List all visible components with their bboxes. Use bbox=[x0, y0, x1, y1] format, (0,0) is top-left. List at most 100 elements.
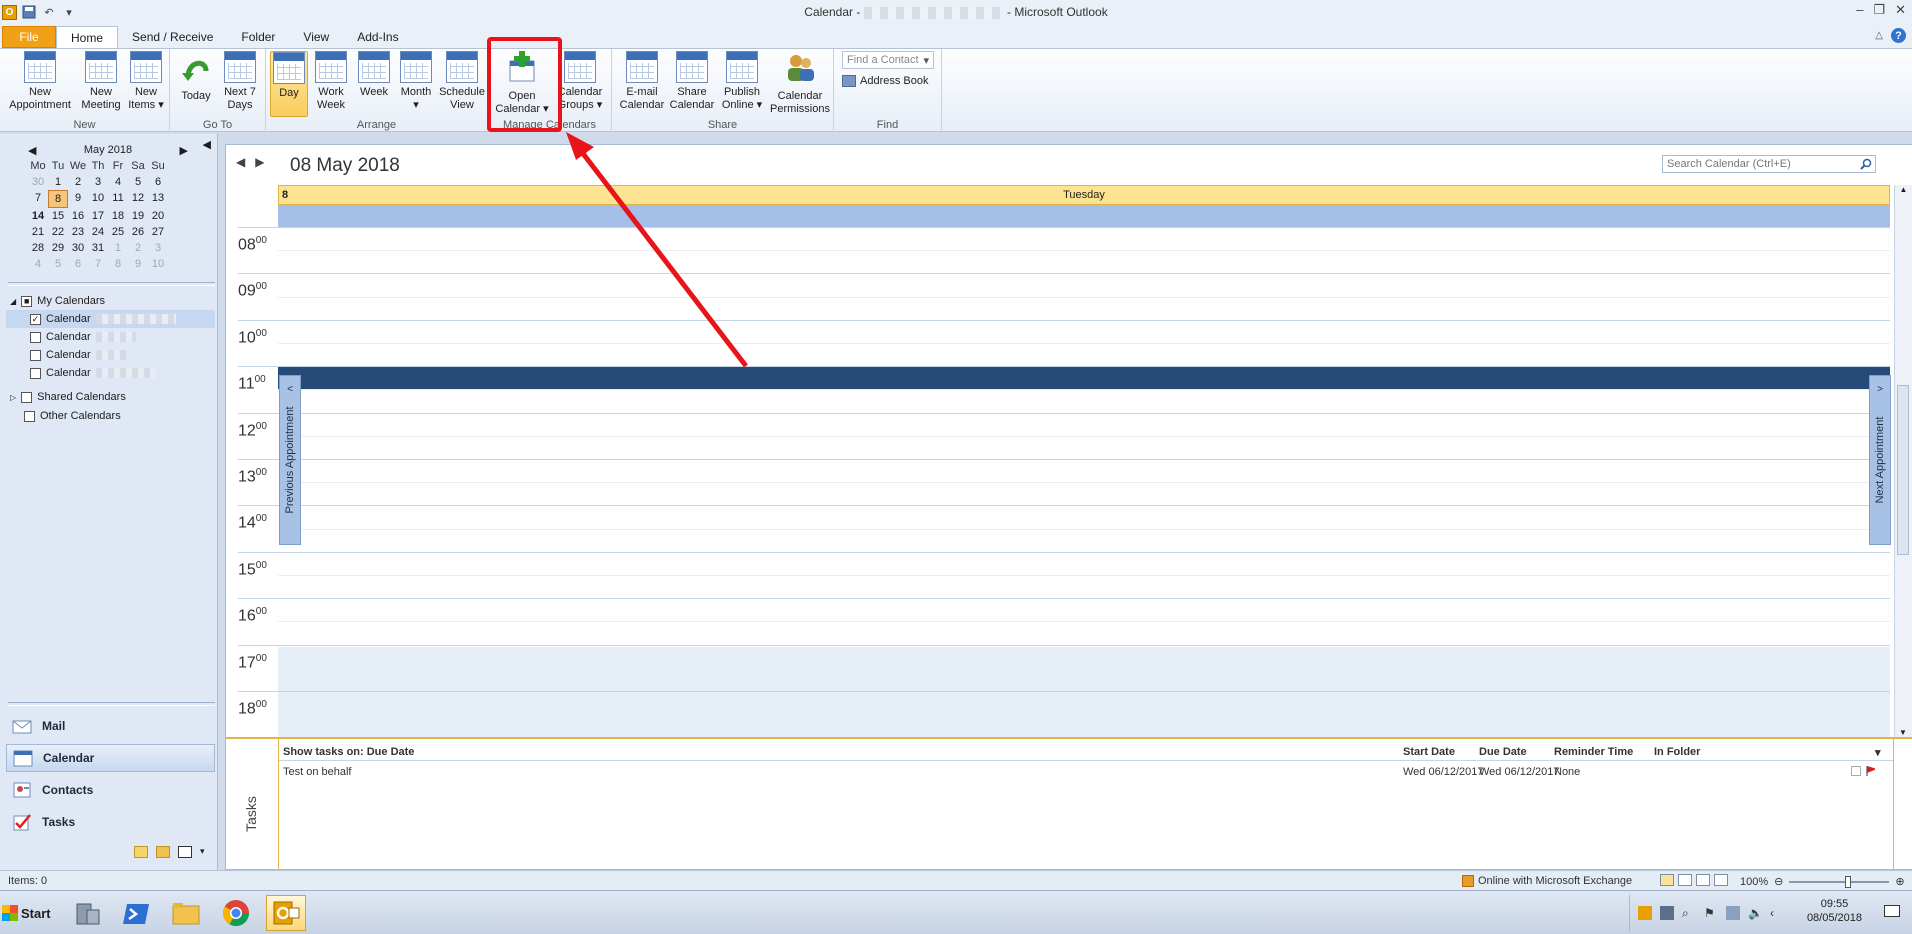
month-view-button[interactable]: Month ▾ bbox=[396, 51, 436, 112]
mini-calendar-day[interactable]: 5 bbox=[128, 174, 148, 190]
mini-calendar-day[interactable]: 25 bbox=[108, 224, 128, 240]
previous-day-icon[interactable]: ◀ bbox=[236, 155, 245, 169]
calendar-3-checkbox[interactable] bbox=[30, 349, 41, 361]
network-tray-icon[interactable] bbox=[1660, 906, 1674, 920]
minimize-icon[interactable]: – bbox=[1856, 2, 1863, 18]
search-calendar-input[interactable]: Search Calendar (Ctrl+E) bbox=[1662, 155, 1876, 173]
mini-calendar-day[interactable]: 21 bbox=[28, 224, 48, 240]
nav-contacts-button[interactable]: Contacts bbox=[6, 776, 215, 804]
mini-calendar-day[interactable]: 13 bbox=[148, 190, 168, 208]
taskbar-clock[interactable]: 09:55 08/05/2018 bbox=[1807, 897, 1862, 925]
mini-calendar-day[interactable]: 9 bbox=[68, 190, 88, 208]
mini-calendar-day[interactable]: 8 bbox=[108, 256, 128, 272]
calendar-item-2[interactable]: Calendar bbox=[10, 328, 136, 346]
action-center-icon[interactable] bbox=[1884, 905, 1900, 917]
tab-home[interactable]: Home bbox=[56, 26, 119, 48]
tab-send-receive[interactable]: Send / Receive bbox=[118, 26, 227, 48]
scroll-thumb[interactable] bbox=[1897, 385, 1909, 555]
work-week-view-button[interactable]: Work Week bbox=[310, 51, 352, 112]
mini-calendar-day[interactable]: 19 bbox=[128, 208, 148, 224]
zoom-out-icon[interactable]: ⊖ bbox=[1774, 875, 1783, 888]
mini-calendar-day[interactable]: 3 bbox=[148, 240, 168, 256]
mini-calendar-day[interactable]: 10 bbox=[88, 190, 108, 208]
taskbar-outlook[interactable] bbox=[266, 895, 306, 931]
mini-calendar-day[interactable]: 30 bbox=[28, 174, 48, 190]
shared-calendars-checkbox[interactable] bbox=[21, 391, 33, 403]
open-calendar-button[interactable]: Open Calendar ▾ bbox=[492, 51, 552, 116]
next-day-icon[interactable]: ▶ bbox=[255, 155, 264, 169]
nav-mail-button[interactable]: Mail bbox=[6, 712, 215, 740]
selected-time-slot[interactable] bbox=[278, 367, 1890, 389]
zoom-level[interactable]: 100% bbox=[1740, 876, 1768, 888]
mini-calendar-day[interactable]: 1 bbox=[108, 240, 128, 256]
taskbar-file-explorer[interactable] bbox=[166, 895, 206, 931]
other-calendars-node[interactable]: Other Calendars bbox=[10, 407, 121, 425]
display-tray-icon[interactable] bbox=[1726, 906, 1740, 920]
mini-calendar-day[interactable]: 28 bbox=[28, 240, 48, 256]
notes-icon[interactable] bbox=[134, 846, 148, 858]
calendar-permissions-button[interactable]: Calendar Permissions bbox=[768, 51, 832, 116]
volume-icon[interactable]: 🔈 bbox=[1748, 906, 1763, 920]
mini-calendar-day[interactable]: 7 bbox=[88, 256, 108, 272]
email-calendar-button[interactable]: E-mail Calendar bbox=[618, 51, 666, 112]
calendar-4-checkbox[interactable] bbox=[30, 367, 41, 379]
normal-view-icon[interactable] bbox=[1660, 874, 1674, 886]
mini-calendar-day[interactable]: 26 bbox=[128, 224, 148, 240]
reading-view-icon[interactable] bbox=[1678, 874, 1692, 886]
next-7-days-button[interactable]: Next 7 Days bbox=[218, 51, 262, 112]
tab-folder[interactable]: Folder bbox=[227, 26, 289, 48]
tab-view[interactable]: View bbox=[289, 26, 343, 48]
previous-appointment-tab[interactable]: < Previous Appointment bbox=[279, 375, 301, 545]
chevron-down-icon[interactable]: ▾ bbox=[1875, 746, 1881, 759]
zoom-in-icon[interactable]: ⊕ bbox=[1895, 875, 1904, 888]
notification-chevron-icon[interactable]: ‹ bbox=[1770, 906, 1784, 920]
mini-calendar-day[interactable]: 4 bbox=[28, 256, 48, 272]
mini-calendar-day[interactable]: 5 bbox=[48, 256, 68, 272]
mini-calendar-day[interactable]: 2 bbox=[68, 174, 88, 190]
search-icon[interactable] bbox=[1860, 158, 1872, 170]
mini-calendar-day[interactable]: 16 bbox=[68, 208, 88, 224]
all-day-events-area[interactable] bbox=[278, 205, 1890, 227]
calendar-2-checkbox[interactable] bbox=[30, 331, 41, 343]
zoom-slider[interactable] bbox=[1789, 875, 1890, 888]
minimize-ribbon-icon[interactable]: △ bbox=[1875, 30, 1883, 41]
mini-calendar-day[interactable]: 1 bbox=[48, 174, 68, 190]
calendar-item-3[interactable]: Calendar bbox=[10, 346, 126, 364]
zoom-slider-thumb[interactable] bbox=[1845, 875, 1852, 888]
tab-file[interactable]: File bbox=[2, 26, 56, 48]
due-date-header[interactable]: Due Date bbox=[1479, 746, 1527, 758]
new-items-button[interactable]: New Items ▾ bbox=[126, 51, 166, 112]
mini-calendar-day[interactable]: 22 bbox=[48, 224, 68, 240]
today-button[interactable]: Today bbox=[176, 51, 216, 103]
calendar-item-1[interactable]: ✓ Calendar bbox=[6, 310, 215, 328]
calendar-1-checkbox[interactable]: ✓ bbox=[30, 313, 41, 325]
outlook-tray-icon[interactable] bbox=[1638, 906, 1652, 920]
mini-calendar-day[interactable]: 3 bbox=[88, 174, 108, 190]
my-calendars-node[interactable]: ◢ ■ My Calendars bbox=[10, 292, 105, 310]
scroll-down-icon[interactable]: ▼ bbox=[1895, 728, 1911, 737]
other-calendars-checkbox[interactable] bbox=[24, 410, 35, 422]
reminder-time-header[interactable]: Reminder Time bbox=[1554, 746, 1633, 758]
mini-calendar-day[interactable]: 8 bbox=[48, 190, 68, 208]
mini-calendar-day[interactable]: 23 bbox=[68, 224, 88, 240]
reading-pane-icon[interactable] bbox=[1714, 874, 1728, 886]
start-date-header[interactable]: Start Date bbox=[1403, 746, 1455, 758]
in-folder-header[interactable]: In Folder bbox=[1654, 746, 1700, 758]
collapse-pane-icon[interactable]: ◀ bbox=[203, 138, 211, 151]
start-button[interactable]: Start bbox=[2, 899, 54, 927]
taskbar-powershell[interactable] bbox=[116, 895, 156, 931]
day-header[interactable]: 8 Tuesday bbox=[278, 185, 1890, 205]
taskbar-chrome[interactable] bbox=[216, 895, 256, 931]
publish-online-button[interactable]: Publish Online ▾ bbox=[718, 51, 766, 112]
prev-month-icon[interactable]: ◀ bbox=[28, 144, 36, 157]
mini-calendar-day[interactable]: 11 bbox=[108, 190, 128, 208]
mini-calendar-day[interactable]: 6 bbox=[148, 174, 168, 190]
scroll-up-icon[interactable]: ▲ bbox=[1895, 185, 1912, 194]
mini-calendar-day[interactable]: 31 bbox=[88, 240, 108, 256]
new-appointment-button[interactable]: New Appointment bbox=[4, 51, 76, 112]
new-meeting-button[interactable]: New Meeting bbox=[78, 51, 124, 112]
flag-icon[interactable] bbox=[1865, 766, 1875, 776]
calendar-list-view-icon[interactable] bbox=[1696, 874, 1710, 886]
shortcuts-icon[interactable] bbox=[178, 846, 192, 858]
mini-calendar-day[interactable]: 27 bbox=[148, 224, 168, 240]
